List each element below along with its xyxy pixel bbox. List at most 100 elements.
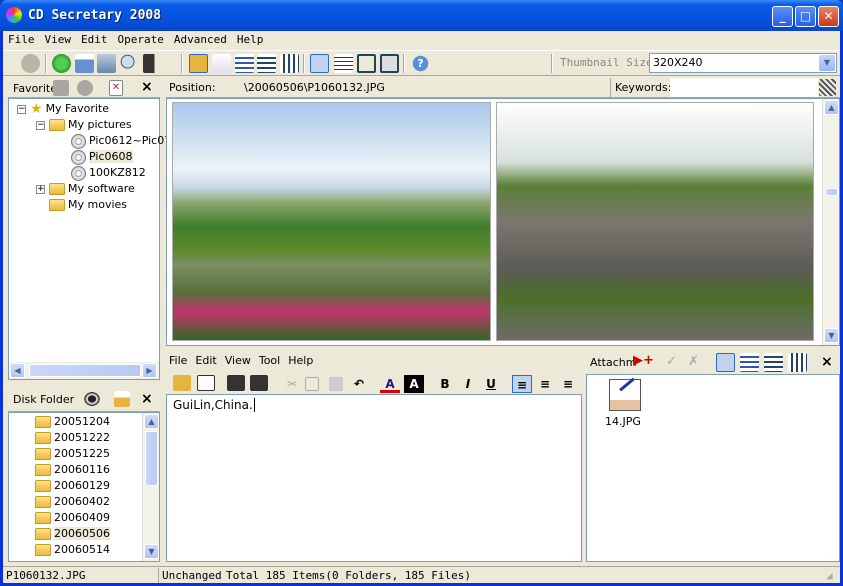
tree-item-my-favorite[interactable]: My Favorite xyxy=(46,102,109,115)
list-view-icon[interactable] xyxy=(257,54,276,73)
keywords-input[interactable] xyxy=(670,78,818,97)
bold-icon[interactable]: B xyxy=(435,375,455,393)
export-icon[interactable] xyxy=(250,375,268,391)
editor-menu-file[interactable]: File xyxy=(169,352,187,370)
copy-icon[interactable] xyxy=(305,377,319,391)
attach-small-icons-icon[interactable] xyxy=(740,353,759,372)
tree-pane-icon[interactable] xyxy=(334,54,353,73)
editor-menu-view[interactable]: View xyxy=(225,354,251,367)
properties-icon[interactable] xyxy=(75,54,94,73)
folder-item[interactable]: 20060514 xyxy=(54,543,110,556)
title-bar[interactable]: CD Secretary 2008 _ □ ✕ xyxy=(0,0,843,31)
help-icon[interactable]: ? xyxy=(411,54,430,73)
attach-large-icons-icon[interactable] xyxy=(716,353,735,372)
menu-advanced[interactable]: Advanced xyxy=(169,31,232,48)
open-folder-icon[interactable] xyxy=(189,54,208,73)
close-attach-icon[interactable]: × xyxy=(821,354,833,370)
preview-vscrollbar[interactable]: ▲ ▼ xyxy=(822,99,839,345)
tree-item-my-pictures[interactable]: My pictures xyxy=(68,118,132,131)
scroll-up-icon[interactable]: ▲ xyxy=(824,100,839,115)
thumbnail-size-select[interactable]: 320X240 ▼ xyxy=(649,53,837,73)
save-icon[interactable] xyxy=(197,375,215,391)
scroll-up-icon[interactable]: ▲ xyxy=(144,414,159,429)
scroll-left-icon[interactable]: ◀ xyxy=(10,363,25,378)
delete-attachment-icon[interactable]: ✗ xyxy=(688,354,699,369)
stop-icon[interactable] xyxy=(21,54,40,73)
resize-grip-icon[interactable]: ◢ xyxy=(823,568,840,583)
menu-edit[interactable]: Edit xyxy=(76,31,113,48)
eye-icon[interactable] xyxy=(83,391,101,407)
underline-icon[interactable]: U xyxy=(481,375,501,393)
paste-icon[interactable] xyxy=(329,377,343,391)
close-disk-folder-icon[interactable]: × xyxy=(141,391,153,407)
add-attachment-icon[interactable]: ▶+ xyxy=(633,353,654,368)
scroll-thumb[interactable] xyxy=(29,364,141,377)
folder-item[interactable]: 20051222 xyxy=(54,431,110,444)
scan-icon[interactable] xyxy=(143,54,162,73)
expand-icon[interactable]: + xyxy=(36,184,45,194)
details-view-icon[interactable] xyxy=(280,54,299,73)
add-favorite-icon[interactable] xyxy=(53,80,69,96)
maximize-button[interactable]: □ xyxy=(795,6,816,27)
close-favorite-icon[interactable]: × xyxy=(141,79,153,95)
favorite-settings-icon[interactable] xyxy=(77,80,93,96)
folder-item[interactable]: 20060129 xyxy=(54,479,110,492)
scroll-down-icon[interactable]: ▼ xyxy=(144,544,159,559)
photo-guilin-lake[interactable] xyxy=(172,102,491,341)
align-left-icon[interactable]: ≡ xyxy=(512,375,532,393)
large-icons-view-icon[interactable] xyxy=(212,54,231,73)
scroll-thumb[interactable] xyxy=(145,431,158,486)
disk-folder-vscrollbar[interactable]: ▲ ▼ xyxy=(142,413,159,561)
disk-folder-icon[interactable] xyxy=(114,391,130,407)
cut-icon[interactable]: ✂ xyxy=(282,375,302,393)
font-color-icon[interactable]: A xyxy=(380,375,400,393)
scroll-thumb[interactable] xyxy=(825,188,838,196)
import-icon[interactable] xyxy=(227,375,245,391)
align-right-icon[interactable]: ≡ xyxy=(558,375,578,393)
favorite-hscrollbar[interactable]: ◀ ▶ xyxy=(9,362,159,379)
scroll-right-icon[interactable]: ▶ xyxy=(142,363,157,378)
search-icon[interactable] xyxy=(120,54,139,73)
align-center-icon[interactable]: ≡ xyxy=(535,375,555,393)
note-editor[interactable]: GuiLin,China. xyxy=(166,394,582,562)
info-pane-icon[interactable] xyxy=(357,54,376,73)
photo-rock-arch[interactable] xyxy=(496,102,814,341)
collapse-icon[interactable]: − xyxy=(17,104,26,114)
image-file-icon[interactable] xyxy=(609,377,641,411)
tree-item-100kz812[interactable]: 100KZ812 xyxy=(89,166,146,179)
menu-operate[interactable]: Operate xyxy=(113,31,169,48)
collapse-icon[interactable]: − xyxy=(36,120,45,130)
folder-item-selected[interactable]: 20060506 xyxy=(54,527,110,540)
tree-item-my-software[interactable]: My software xyxy=(68,182,135,195)
folder-item[interactable]: 20060402 xyxy=(54,495,110,508)
keywords-edit-icon[interactable] xyxy=(819,79,836,96)
attach-pane-icon[interactable] xyxy=(380,54,399,73)
edit-icon[interactable] xyxy=(97,54,116,73)
preview-pane-icon[interactable] xyxy=(310,54,329,73)
editor-menu-tool[interactable]: Tool xyxy=(259,354,280,367)
italic-icon[interactable]: I xyxy=(458,375,478,393)
chevron-down-icon[interactable]: ▼ xyxy=(819,55,835,71)
attach-details-icon[interactable] xyxy=(788,353,807,372)
attachment-file-name[interactable]: 14.JPG xyxy=(605,415,641,428)
folder-item[interactable]: 20060116 xyxy=(54,463,110,476)
folder-item[interactable]: 20051225 xyxy=(54,447,110,460)
menu-view[interactable]: View xyxy=(40,31,77,48)
edit-attachment-icon[interactable]: ✓ xyxy=(666,354,677,369)
undo-icon[interactable]: ↶ xyxy=(349,375,369,393)
tree-item-pic0608[interactable]: Pic0608 xyxy=(89,150,133,163)
menu-help[interactable]: Help xyxy=(232,31,269,48)
back-icon[interactable] xyxy=(52,54,71,73)
open-icon[interactable] xyxy=(173,375,191,391)
highlight-icon[interactable]: A xyxy=(404,375,424,393)
scroll-down-icon[interactable]: ▼ xyxy=(824,328,839,343)
editor-menu-edit[interactable]: Edit xyxy=(195,354,216,367)
menu-file[interactable]: File xyxy=(3,31,40,48)
folder-item[interactable]: 20060409 xyxy=(54,511,110,524)
delete-favorite-icon[interactable]: ✕ xyxy=(109,80,123,96)
tree-item-pic0612[interactable]: Pic0612~Pic07 xyxy=(89,134,171,147)
small-icons-view-icon[interactable] xyxy=(235,54,254,73)
editor-menu-help[interactable]: Help xyxy=(288,354,313,367)
close-button[interactable]: ✕ xyxy=(818,6,839,27)
attach-list-icon[interactable] xyxy=(764,353,783,372)
